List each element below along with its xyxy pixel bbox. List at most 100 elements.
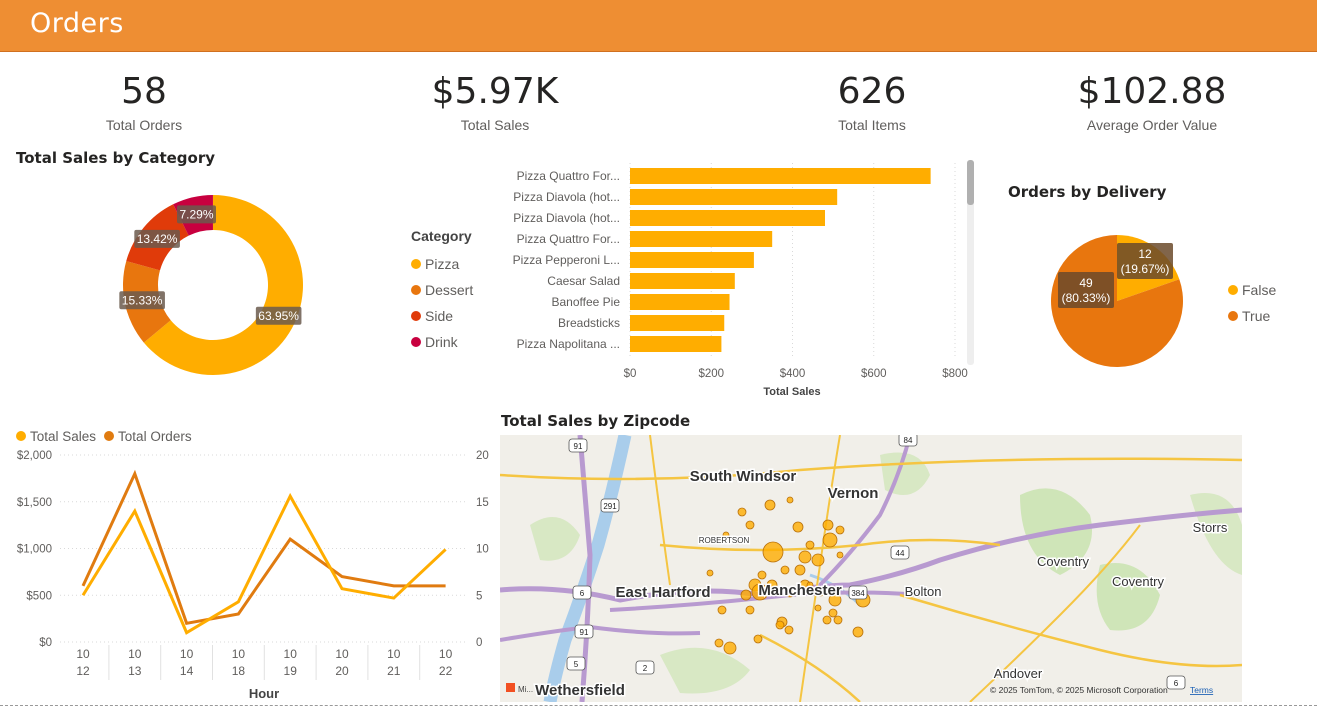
donut-legend: Category Pizza Dessert Side Drink — [411, 228, 473, 355]
y-left-tick-label: $2,000 — [17, 450, 52, 462]
sales-bubble[interactable] — [805, 540, 815, 550]
map-place-label: Wethersfield — [535, 682, 625, 699]
y-right-tick-label: 10 — [476, 544, 489, 556]
map-terms-link[interactable]: Terms — [1190, 685, 1213, 695]
bar[interactable] — [630, 294, 730, 310]
bar[interactable] — [630, 210, 825, 226]
sales-bubble[interactable] — [753, 634, 763, 644]
sales-bubble[interactable] — [792, 521, 804, 533]
route-shield-label: 384 — [851, 589, 865, 598]
kpi-total-orders[interactable]: 58 Total Orders — [84, 70, 204, 133]
zipcode-map[interactable]: South Windsor Vernon East Hartford Manchest… — [500, 435, 1242, 702]
sales-bubble[interactable] — [740, 589, 752, 601]
bar-category-label: Pizza Diavola (hot... — [513, 190, 620, 204]
x-tick-label: $0 — [624, 368, 637, 380]
bar-category-label: Pizza Quattro For... — [517, 232, 620, 246]
legend-label: True — [1242, 308, 1271, 324]
sales-bubble[interactable] — [835, 525, 845, 535]
map-attribution: © 2025 TomTom, © 2025 Microsoft Corporat… — [990, 685, 1168, 695]
bar[interactable] — [630, 231, 773, 247]
sales-bubble[interactable] — [775, 620, 785, 630]
sales-bubble[interactable] — [757, 570, 767, 580]
bar[interactable] — [630, 189, 838, 205]
route-shield-label: 5 — [574, 660, 579, 669]
y-right-tick-label: 5 — [476, 590, 482, 602]
legend-label: Pizza — [425, 256, 460, 272]
donut-data-label: 7.29% — [179, 207, 213, 221]
legend-item-false[interactable]: False — [1228, 277, 1276, 303]
route-shield-label: 91 — [574, 442, 583, 451]
x-tick-label-top: 10 — [232, 647, 246, 661]
sales-bubble[interactable] — [811, 553, 825, 567]
sales-bubble[interactable] — [786, 496, 794, 504]
legend-item-side[interactable]: Side — [411, 303, 473, 329]
sales-bubble[interactable] — [706, 569, 714, 577]
map-place-label: ROBERTSON — [699, 536, 750, 545]
donut-chart[interactable]: 63.95% 15.33% 13.42%7.29% — [90, 170, 340, 400]
y-left-tick-label: $1,000 — [17, 544, 52, 556]
bar[interactable] — [630, 273, 735, 289]
pie-chart[interactable]: 12(19.67%) 49(80.33%) — [1040, 225, 1200, 380]
map-canvas[interactable]: South Windsor Vernon East Hartford Manchest… — [500, 435, 1242, 702]
x-tick-label: $600 — [861, 368, 887, 380]
kpi-total-sales[interactable]: $5.97K Total Sales — [415, 70, 575, 133]
bar-category-label: Pizza Diavola (hot... — [513, 211, 620, 225]
sales-bubble[interactable] — [764, 499, 776, 511]
sales-bubble[interactable] — [822, 615, 832, 625]
sales-bubble[interactable] — [794, 564, 806, 576]
pie-pct-label: (80.33%) — [1062, 291, 1111, 305]
total-sales-line[interactable] — [81, 492, 447, 635]
sales-bubble[interactable] — [714, 638, 724, 648]
bar[interactable] — [630, 336, 722, 352]
x-axis-title: Hour — [249, 686, 279, 701]
legend-item-true[interactable]: True — [1228, 303, 1276, 329]
bar[interactable] — [630, 168, 931, 184]
route-shield-label: 84 — [904, 436, 913, 445]
bar[interactable] — [630, 315, 725, 331]
sales-bubble[interactable] — [717, 605, 727, 615]
sales-bubble[interactable] — [745, 520, 755, 530]
route-shield-label: 6 — [1174, 679, 1179, 688]
legend-item-pizza[interactable]: Pizza — [411, 251, 473, 277]
sales-bubble[interactable] — [828, 608, 838, 618]
legend-swatch — [411, 259, 421, 269]
scrollbar-thumb[interactable] — [967, 160, 974, 205]
kpi-total-items[interactable]: 626 Total Items — [812, 70, 932, 133]
sales-bubble[interactable] — [745, 605, 755, 615]
sales-bubble[interactable] — [836, 551, 844, 559]
sales-bubble[interactable] — [822, 532, 838, 548]
bar[interactable] — [630, 252, 754, 268]
donut-data-label: 63.95% — [258, 309, 299, 323]
y-left-tick-label: $500 — [26, 590, 52, 602]
x-tick-label: $800 — [942, 368, 968, 380]
y-right-tick-label: 15 — [476, 497, 489, 509]
sales-bubble[interactable] — [822, 519, 834, 531]
donut-data-label: 13.42% — [137, 232, 178, 246]
sales-bubble[interactable] — [814, 604, 822, 612]
sales-bubble[interactable] — [852, 626, 864, 638]
sales-bubble[interactable] — [833, 615, 843, 625]
sales-bubble[interactable] — [780, 565, 790, 575]
sales-bubble[interactable] — [798, 550, 812, 564]
legend-item-drink[interactable]: Drink — [411, 329, 473, 355]
page-bottom-border — [0, 705, 1317, 706]
map-logo-text: Mi... — [518, 685, 533, 694]
legend-item-dessert[interactable]: Dessert — [411, 277, 473, 303]
bar-category-label: Banoffee Pie — [551, 295, 620, 309]
sales-bubble[interactable] — [723, 641, 737, 655]
header-bar: Orders — [0, 0, 1317, 52]
kpi-value: $5.97K — [431, 71, 559, 112]
x-tick-label-bottom: 20 — [335, 664, 349, 678]
x-tick-label-top: 10 — [284, 647, 298, 661]
sales-bubble[interactable] — [762, 541, 784, 563]
x-tick-label-top: 10 — [439, 647, 453, 661]
bar-chart[interactable]: $0 $200 $400 $600 $800 Pizza Quattro For... Pi… — [500, 158, 980, 403]
line-chart[interactable]: $2,000 20 $1,500 15 $1,000 10 $500 5 $0 0 10 12 10 13… — [0, 440, 500, 705]
kpi-average-order-value[interactable]: $102.88 Average Order Value — [1062, 70, 1242, 133]
bar-category-label: Caesar Salad — [547, 274, 620, 288]
sales-bubble[interactable] — [737, 507, 747, 517]
legend-swatch — [1228, 285, 1238, 295]
y-right-tick-label: 20 — [476, 450, 489, 462]
sales-bubble[interactable] — [784, 625, 794, 635]
route-shield-label: 291 — [603, 502, 617, 511]
